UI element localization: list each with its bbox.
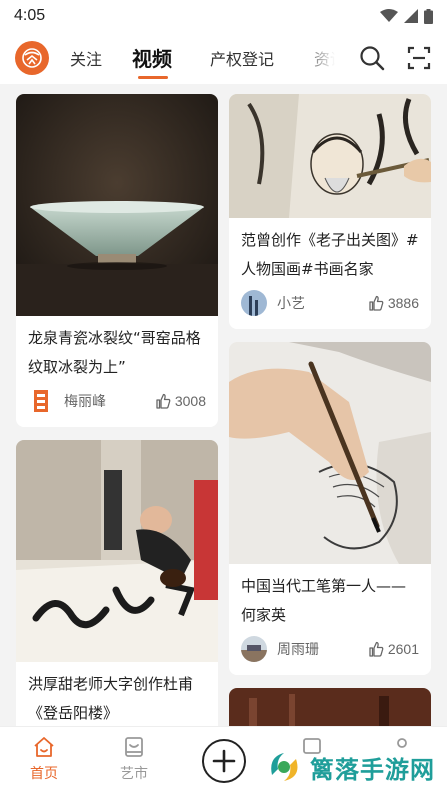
ink-painting-image: [229, 94, 431, 218]
card-title[interactable]: 范曾创作《老子出关图》#人物国画#书画名家: [229, 218, 431, 284]
battery-icon: [424, 8, 433, 24]
tab-property-registration[interactable]: 产权登记: [210, 46, 274, 70]
avatar[interactable]: [241, 636, 267, 662]
logo-icon: [22, 48, 42, 68]
app-logo[interactable]: [15, 41, 49, 75]
thumbs-up-icon[interactable]: [368, 641, 384, 657]
plus-icon: [212, 749, 236, 773]
like-count: 2601: [387, 641, 419, 657]
card-meta: 小艺 3886: [241, 289, 419, 317]
like-count: 3886: [387, 295, 419, 311]
scan-icon: [407, 46, 431, 70]
video-feed[interactable]: 龙泉青瓷冰裂纹“哥窑品格纹取冰裂为上” 梅丽峰 3008 范曾创作《老子出关图》…: [0, 84, 447, 726]
card-title[interactable]: 中国当代工笔第一人——何家英: [229, 564, 431, 630]
top-nav: 关注 视频 产权登记 资讯: [0, 32, 447, 84]
bottom-nav-label: 艺市: [120, 766, 148, 782]
author-name[interactable]: 梅丽峰: [64, 391, 155, 411]
video-thumbnail-image: [229, 688, 431, 726]
video-card[interactable]: [229, 688, 431, 726]
watermark: 篱落手游网: [262, 744, 447, 790]
status-icons: [380, 8, 433, 24]
watermark-logo: [265, 748, 303, 786]
video-thumbnail[interactable]: [229, 342, 431, 564]
video-card[interactable]: 范曾创作《老子出关图》#人物国画#书画名家 小艺 3886: [229, 94, 431, 329]
wifi-icon: [380, 9, 398, 22]
gongbi-drawing-image: [229, 342, 431, 564]
author-name[interactable]: 小艺: [277, 293, 368, 313]
like-count: 3008: [174, 393, 206, 409]
video-card[interactable]: 中国当代工笔第一人——何家英 周雨珊 2601: [229, 342, 431, 675]
thumbs-up-icon[interactable]: [155, 393, 171, 409]
card-title[interactable]: 龙泉青瓷冰裂纹“哥窑品格纹取冰裂为上”: [16, 316, 218, 382]
status-time: 4:05: [14, 7, 46, 24]
tab-follow[interactable]: 关注: [70, 46, 102, 70]
thumbs-up-icon[interactable]: [368, 295, 384, 311]
status-bar: 4:05: [0, 0, 447, 32]
author-name[interactable]: 周雨珊: [277, 639, 368, 659]
video-card[interactable]: 洪厚甜老师大字创作杜甫《登岳阳楼》: [16, 440, 218, 726]
video-thumbnail[interactable]: [16, 94, 218, 316]
bottom-nav-home[interactable]: 首页: [14, 735, 74, 783]
tab-video[interactable]: 视频: [132, 43, 172, 72]
tabs-fade: [300, 32, 350, 84]
search-icon: [360, 46, 385, 71]
scan-button[interactable]: [405, 44, 433, 72]
search-button[interactable]: [358, 44, 386, 72]
video-thumbnail[interactable]: [229, 94, 431, 218]
publish-button[interactable]: [202, 739, 246, 783]
video-card[interactable]: 龙泉青瓷冰裂纹“哥窑品格纹取冰裂为上” 梅丽峰 3008: [16, 94, 218, 427]
calligraphy-image: [16, 440, 218, 662]
video-thumbnail[interactable]: [16, 440, 218, 662]
avatar[interactable]: [241, 290, 267, 316]
home-icon: [34, 737, 54, 757]
avatar[interactable]: [28, 388, 54, 414]
celadon-bowl-image: [16, 94, 218, 316]
signal-icon: [404, 9, 418, 23]
bottom-nav-market[interactable]: 艺市: [104, 735, 164, 783]
card-meta: 周雨珊 2601: [241, 635, 419, 663]
market-icon: [125, 737, 143, 757]
bottom-nav-label: 首页: [30, 766, 58, 782]
active-tab-indicator: [138, 76, 168, 79]
video-thumbnail[interactable]: [229, 688, 431, 726]
card-title[interactable]: 洪厚甜老师大字创作杜甫《登岳阳楼》: [16, 662, 218, 726]
watermark-text: 篱落手游网: [310, 755, 435, 784]
card-meta: 梅丽峰 3008: [28, 387, 206, 415]
